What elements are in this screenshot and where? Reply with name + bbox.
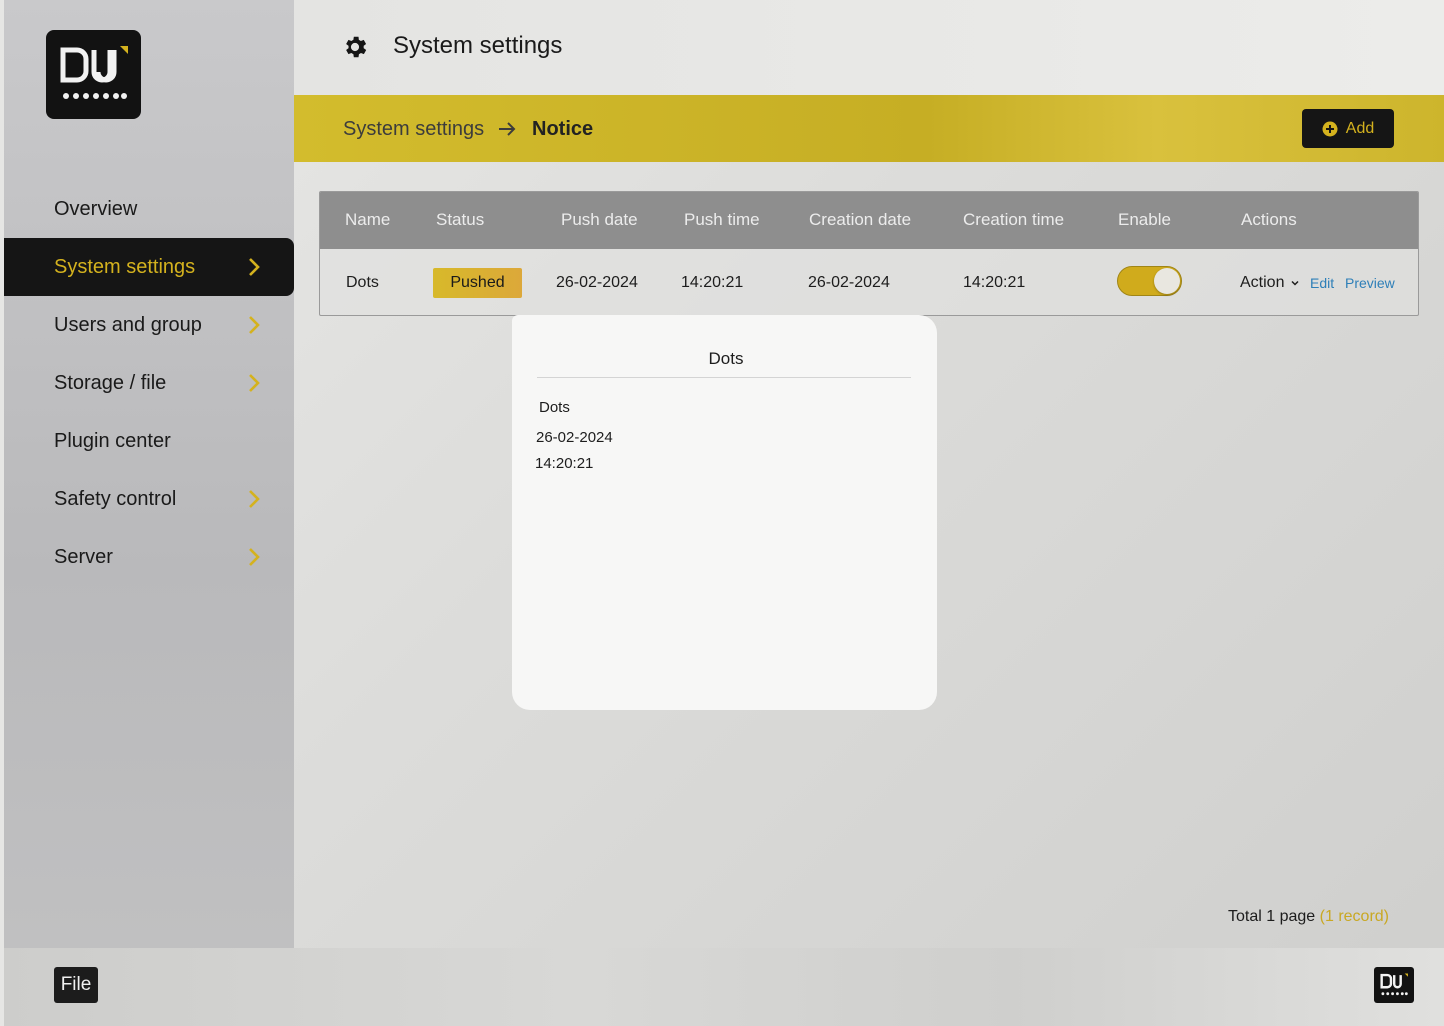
file-button[interactable]: File bbox=[54, 967, 98, 1003]
modal-notice-date: 26-02-2024 bbox=[536, 429, 613, 446]
cell-name: Dots bbox=[346, 274, 379, 291]
sidebar-item-users-and-group[interactable]: Users and group bbox=[4, 296, 294, 354]
sidebar-item-label: System settings bbox=[54, 255, 196, 278]
sidebar-item-label: Safety control bbox=[54, 487, 177, 510]
chevron-right-icon bbox=[249, 548, 260, 566]
column-header-name: Name bbox=[345, 210, 391, 229]
sidebar-item-plugin-center[interactable]: Plugin center bbox=[4, 412, 294, 470]
sidebar: Overview System settings Users and group… bbox=[4, 0, 294, 948]
plus-circle-icon bbox=[1322, 121, 1338, 136]
breadcrumb-current: Notice bbox=[532, 118, 594, 140]
breadcrumb-parent[interactable]: System settings bbox=[343, 118, 484, 141]
arrow-right-icon bbox=[499, 122, 516, 136]
app-logo-small[interactable] bbox=[1374, 967, 1414, 1003]
logo-mark-icon bbox=[1380, 973, 1408, 996]
column-header-actions: Actions bbox=[1241, 210, 1297, 229]
table-header: Name Status Push date Push time Creation… bbox=[320, 192, 1418, 249]
sidebar-item-label: Overview bbox=[54, 197, 138, 220]
sidebar-nav: Overview System settings Users and group… bbox=[4, 180, 294, 586]
app-logo[interactable] bbox=[46, 30, 141, 119]
preview-modal: Dots Dots 26-02-2024 14:20:21 bbox=[512, 315, 937, 710]
sidebar-item-label: Plugin center bbox=[54, 429, 171, 452]
column-header-status: Status bbox=[436, 210, 485, 229]
toggle-knob bbox=[1154, 268, 1180, 294]
app-window: Overview System settings Users and group… bbox=[4, 0, 1444, 1026]
sidebar-item-server[interactable]: Server bbox=[4, 528, 294, 586]
column-header-creation-time: Creation time bbox=[963, 210, 1065, 229]
sidebar-item-overview[interactable]: Overview bbox=[4, 180, 294, 238]
chevron-down-icon bbox=[1291, 280, 1299, 286]
pagination-total: Total 1 page bbox=[1228, 908, 1316, 925]
sidebar-item-label: Server bbox=[54, 545, 113, 568]
action-dropdown-label: Action bbox=[1240, 274, 1285, 291]
column-header-push-date: Push date bbox=[561, 210, 638, 229]
status-badge: Pushed bbox=[433, 268, 522, 298]
logo-mark-icon bbox=[60, 46, 128, 99]
pagination-record-count: (1 record) bbox=[1319, 908, 1389, 925]
column-header-push-time: Push time bbox=[684, 210, 760, 229]
modal-notice-time: 14:20:21 bbox=[535, 455, 594, 472]
sidebar-item-system-settings[interactable]: System settings bbox=[4, 238, 294, 296]
page-header: System settings bbox=[294, 0, 1444, 95]
bottom-bar: File bbox=[4, 948, 1444, 1026]
add-button-label: Add bbox=[1345, 119, 1375, 137]
sidebar-item-storage-file[interactable]: Storage / file bbox=[4, 354, 294, 412]
modal-title: Dots bbox=[708, 349, 744, 368]
sidebar-item-label: Users and group bbox=[54, 313, 202, 336]
action-dropdown[interactable]: Action bbox=[1240, 274, 1299, 292]
enable-toggle[interactable] bbox=[1117, 266, 1182, 296]
chevron-right-icon bbox=[249, 316, 260, 334]
pagination-summary: Total 1 page (1 record) bbox=[1228, 908, 1389, 926]
chevron-right-icon bbox=[249, 258, 260, 276]
notice-table: Name Status Push date Push time Creation… bbox=[319, 191, 1419, 316]
breadcrumb: System settings Notice Add bbox=[294, 95, 1444, 162]
sidebar-item-label: Storage / file bbox=[54, 371, 167, 394]
cell-creation-time: 14:20:21 bbox=[963, 274, 1026, 291]
add-button[interactable]: Add bbox=[1302, 109, 1394, 148]
modal-notice-name: Dots bbox=[539, 399, 570, 416]
cell-creation-date: 26-02-2024 bbox=[808, 274, 890, 291]
table-row[interactable]: Dots Pushed 26-02-2024 14:20:21 26-02-20… bbox=[320, 249, 1418, 315]
preview-link[interactable]: Preview bbox=[1345, 275, 1395, 291]
column-header-enable: Enable bbox=[1118, 210, 1171, 229]
edit-link[interactable]: Edit bbox=[1310, 275, 1334, 291]
cell-push-time: 14:20:21 bbox=[681, 274, 744, 291]
modal-divider bbox=[537, 377, 911, 378]
cell-push-date: 26-02-2024 bbox=[556, 274, 638, 291]
chevron-right-icon bbox=[249, 490, 260, 508]
page-title: System settings bbox=[393, 32, 563, 59]
chevron-right-icon bbox=[249, 374, 260, 392]
sidebar-item-safety-control[interactable]: Safety control bbox=[4, 470, 294, 528]
gear-icon bbox=[346, 36, 367, 58]
column-header-creation-date: Creation date bbox=[809, 210, 912, 229]
